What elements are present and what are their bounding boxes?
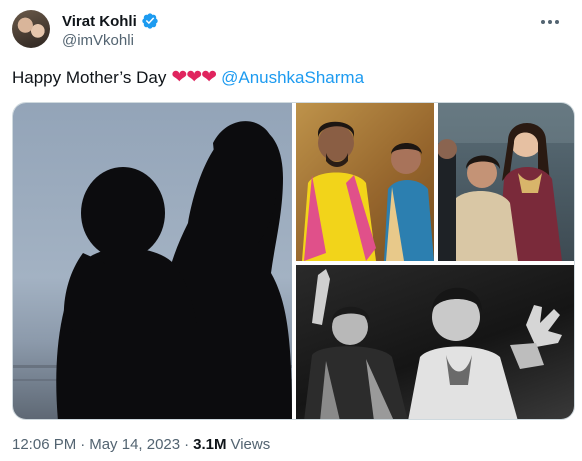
silhouette-photo[interactable]	[13, 103, 292, 419]
author-name-row: Virat Kohli	[62, 11, 159, 31]
tweet-date[interactable]: May 14, 2023	[89, 436, 180, 453]
family-photo-1[interactable]	[296, 103, 434, 261]
tweet-body: Happy Mother’s Day	[12, 67, 167, 87]
tweet-time[interactable]: 12:06 PM	[12, 436, 76, 453]
meta-separator: ·	[80, 436, 86, 453]
more-icon[interactable]	[540, 14, 560, 25]
avatar[interactable]	[12, 10, 50, 48]
media-grid	[12, 102, 575, 420]
views-label: Views	[230, 436, 271, 453]
author-handle[interactable]: @imVkohli	[62, 32, 134, 49]
family-photo-2[interactable]	[438, 103, 574, 261]
heart-emoji-icon: ❤❤❤	[171, 67, 217, 88]
views-count: 3.1M	[193, 436, 227, 453]
mention-link[interactable]: @AnushkaSharma	[221, 68, 364, 88]
verified-badge-icon	[141, 12, 159, 30]
dancing-photo[interactable]	[296, 265, 574, 419]
meta-separator: ·	[184, 436, 190, 453]
author-name[interactable]: Virat Kohli	[62, 13, 137, 30]
tweet-card: Virat Kohli @imVkohli Happy Mother’s Day…	[0, 0, 582, 461]
tweet-text: Happy Mother’s Day ❤❤❤ @AnushkaSharma	[12, 66, 364, 89]
tweet-meta: 12:06 PM · May 14, 2023 · 3.1M Views	[12, 436, 270, 453]
